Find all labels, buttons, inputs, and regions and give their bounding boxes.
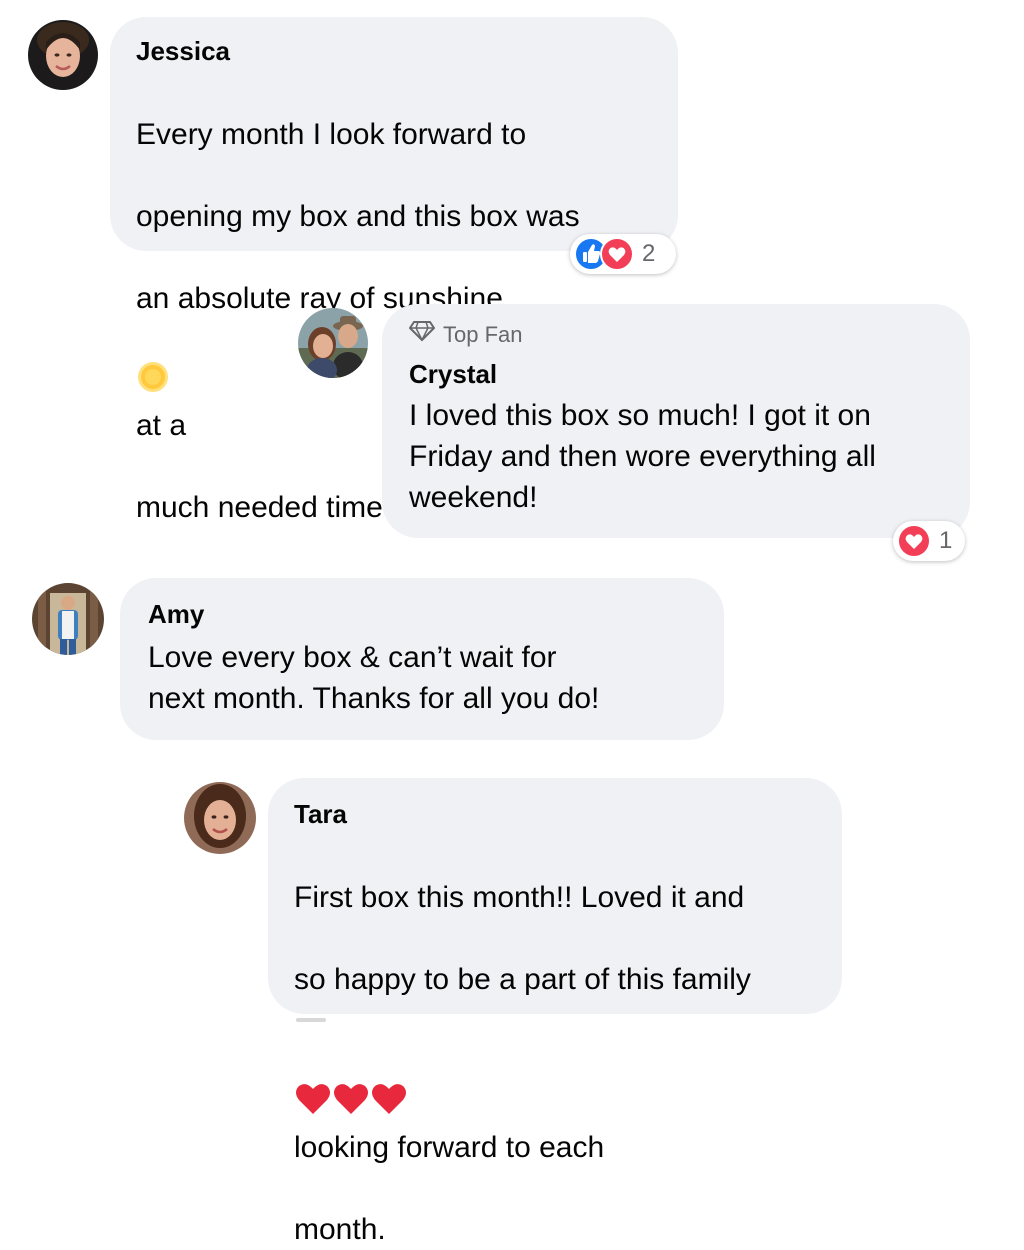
comment-line: much needed time: [136, 491, 383, 524]
avatar[interactable]: [298, 308, 368, 378]
avatar[interactable]: [184, 782, 256, 854]
comment-author[interactable]: Amy: [148, 598, 696, 630]
comment-bubble: Tara First box this month!! Loved it and…: [268, 778, 842, 1246]
comment-text: Love every box & can’t wait for next mon…: [148, 641, 600, 715]
comment-line: so happy to be a part of this family: [294, 963, 751, 996]
comment-author[interactable]: Crystal: [409, 358, 943, 390]
avatar[interactable]: [28, 20, 98, 90]
top-fan-badge: Top Fan: [409, 320, 943, 349]
love-icon: [897, 524, 931, 558]
reaction-count: 2: [642, 240, 656, 267]
badge-label: Top Fan: [443, 321, 523, 347]
reactions-summary[interactable]: 2: [570, 234, 676, 274]
red-heart-icon: [294, 1041, 332, 1127]
comment-line: First box this month!! Loved it and: [294, 881, 745, 914]
red-heart-icon: [332, 1041, 370, 1127]
love-icon: [600, 237, 634, 271]
comment-author[interactable]: Jessica: [136, 35, 652, 67]
comment-bubble: Top Fan Crystal I loved this box so much…: [382, 304, 970, 538]
sun-icon: [136, 319, 170, 405]
red-heart-icon: [370, 1041, 408, 1127]
reaction-count: 1: [939, 527, 953, 554]
comment-bubble: Amy Love every box & can’t wait for next…: [120, 578, 724, 740]
divider: [296, 1018, 326, 1022]
reactions-summary[interactable]: 1: [893, 521, 965, 561]
diamond-icon: [409, 320, 435, 349]
avatar[interactable]: [32, 583, 104, 655]
comment-line: month.: [294, 1213, 386, 1246]
comment-bubble: Jessica Every month I look forward to op…: [110, 17, 678, 524]
comment-text: First box this month!! Loved it and so h…: [294, 836, 816, 1250]
comment-author[interactable]: Tara: [294, 798, 816, 830]
comment-line: Every month I look forward to: [136, 118, 527, 151]
comment-text: I loved this box so much! I got it on Fr…: [409, 399, 876, 514]
comment-line: opening my box and this box was: [136, 200, 580, 233]
comment-line: looking forward to each: [294, 1131, 605, 1164]
comment-line: at a: [136, 409, 187, 442]
